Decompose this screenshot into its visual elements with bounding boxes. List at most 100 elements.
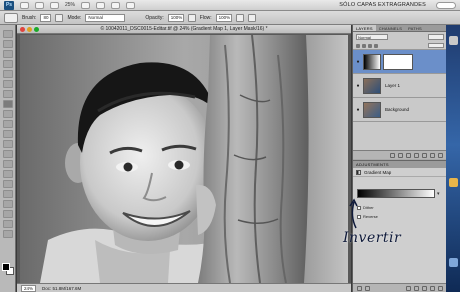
brush-size-picker[interactable]: 80 bbox=[40, 13, 52, 22]
view-previous-icon[interactable] bbox=[422, 285, 427, 291]
foreground-color-swatch[interactable] bbox=[2, 263, 10, 271]
trash-icon[interactable] bbox=[438, 153, 443, 158]
lock-all-icon[interactable] bbox=[374, 43, 378, 48]
path-selection-tool-icon[interactable] bbox=[2, 190, 13, 198]
zoom-tool-button[interactable] bbox=[96, 1, 106, 9]
brush-tool-icon[interactable] bbox=[2, 100, 13, 108]
document-tab[interactable]: © 10042011_DSC0015-Editar.tif @ 24% (Gra… bbox=[17, 25, 351, 34]
tablet-opacity-icon[interactable] bbox=[187, 13, 196, 22]
history-brush-tool-icon[interactable] bbox=[2, 120, 13, 128]
lasso-tool-icon[interactable] bbox=[2, 50, 13, 58]
close-icon[interactable] bbox=[20, 27, 25, 32]
layers-footer bbox=[353, 150, 447, 159]
eye-icon[interactable]: ● bbox=[355, 59, 361, 65]
reset-icon[interactable] bbox=[430, 285, 435, 291]
gradient-picker[interactable] bbox=[357, 189, 435, 198]
layer-row-layer-1[interactable]: ● Layer 1 bbox=[353, 74, 447, 98]
layer-row-background[interactable]: ● Background bbox=[353, 98, 447, 122]
blend-row: Normal bbox=[353, 32, 447, 42]
back-arrow-icon[interactable] bbox=[357, 285, 362, 291]
add-mask-icon[interactable] bbox=[406, 153, 411, 158]
document-title: © 10042011_DSC0015-Editar.tif @ 24% (Gra… bbox=[100, 26, 268, 32]
marquee-tool-icon[interactable] bbox=[2, 40, 13, 48]
fill-field[interactable] bbox=[428, 43, 444, 48]
pen-tool-icon[interactable] bbox=[2, 170, 13, 178]
layer-name[interactable]: Layer 1 bbox=[385, 83, 400, 88]
lock-position-icon[interactable] bbox=[368, 43, 372, 48]
layer-thumbnail[interactable] bbox=[363, 101, 381, 118]
minimize-icon[interactable] bbox=[27, 27, 32, 32]
workspace-switcher[interactable]: SÓLO CAPAS EXTRAGRANDES bbox=[339, 2, 426, 8]
desktop-folder-icon[interactable] bbox=[449, 178, 458, 187]
adjustment-thumbnail[interactable] bbox=[363, 53, 381, 70]
eye-icon[interactable]: ● bbox=[355, 83, 361, 89]
move-tool-icon[interactable] bbox=[2, 30, 13, 38]
color-swatches[interactable] bbox=[2, 263, 14, 275]
tab-channels[interactable]: CHANNELS bbox=[376, 25, 405, 31]
clone-stamp-tool-icon[interactable] bbox=[2, 110, 13, 118]
new-adjustment-icon[interactable] bbox=[414, 153, 419, 158]
tool-preset-picker[interactable] bbox=[4, 12, 18, 23]
tab-layers[interactable]: LAYERS bbox=[353, 25, 376, 31]
chevron-down-icon[interactable]: ▾ bbox=[437, 191, 440, 197]
expand-view-icon[interactable] bbox=[365, 285, 370, 291]
bridge-button[interactable] bbox=[20, 1, 29, 9]
shape-tool-icon[interactable] bbox=[2, 200, 13, 208]
zoom-level[interactable]: 25% bbox=[65, 2, 75, 8]
blend-mode-select[interactable]: Normal bbox=[356, 34, 388, 40]
visibility-icon[interactable] bbox=[414, 285, 419, 291]
brush-panel-toggle-icon[interactable] bbox=[55, 13, 64, 22]
crop-tool-icon[interactable] bbox=[2, 70, 13, 78]
3d-rotate-tool-icon[interactable] bbox=[2, 210, 13, 218]
healing-brush-tool-icon[interactable] bbox=[2, 90, 13, 98]
blur-tool-icon[interactable] bbox=[2, 150, 13, 158]
fx-icon[interactable] bbox=[398, 153, 403, 158]
maximize-icon[interactable] bbox=[34, 27, 39, 32]
image-canvas[interactable] bbox=[20, 35, 348, 283]
reverse-label: Reverse bbox=[363, 214, 378, 219]
search-field[interactable] bbox=[436, 1, 456, 9]
layer-name[interactable]: Background bbox=[385, 107, 409, 112]
photoshop-logo: Ps bbox=[4, 0, 14, 10]
eye-icon[interactable]: ● bbox=[355, 107, 361, 113]
layer-thumbnail[interactable] bbox=[363, 77, 381, 94]
lock-transparency-icon[interactable] bbox=[356, 43, 360, 48]
layer-mask-thumbnail[interactable] bbox=[383, 53, 413, 70]
layer-row-gradient-map[interactable]: ● bbox=[353, 50, 447, 74]
quick-selection-tool-icon[interactable] bbox=[2, 60, 13, 68]
desktop-file-icon[interactable] bbox=[449, 258, 458, 267]
photo-boy-by-tree bbox=[20, 35, 348, 283]
tab-paths[interactable]: PATHS bbox=[405, 25, 425, 31]
minibridge-button[interactable] bbox=[35, 1, 44, 9]
dither-label: Dither bbox=[363, 205, 374, 210]
status-zoom[interactable]: 24% bbox=[21, 284, 37, 292]
gradient-tool-icon[interactable] bbox=[2, 140, 13, 148]
airbrush-icon[interactable] bbox=[235, 13, 244, 22]
clip-to-layer-icon[interactable] bbox=[406, 285, 411, 291]
flow-field[interactable]: 100% bbox=[215, 13, 232, 22]
tablet-size-icon[interactable] bbox=[247, 13, 256, 22]
type-tool-icon[interactable] bbox=[2, 180, 13, 188]
trash-icon[interactable] bbox=[438, 285, 443, 291]
arrange-documents-button[interactable] bbox=[111, 1, 121, 9]
screen-mode-button[interactable] bbox=[126, 1, 136, 9]
zoom-tool-icon[interactable] bbox=[2, 230, 13, 238]
new-group-icon[interactable] bbox=[422, 153, 427, 158]
link-layers-icon[interactable] bbox=[390, 153, 395, 158]
tools-panel bbox=[0, 25, 16, 292]
desktop-drive-icon[interactable] bbox=[449, 36, 458, 45]
layers-panel-tabs: LAYERS CHANNELS PATHS bbox=[353, 25, 447, 32]
adjustments-header[interactable]: ADJUSTMENTS bbox=[353, 161, 447, 168]
view-extras-button[interactable] bbox=[50, 1, 59, 9]
eraser-tool-icon[interactable] bbox=[2, 130, 13, 138]
opacity-field[interactable]: 100% bbox=[167, 13, 184, 22]
eyedropper-tool-icon[interactable] bbox=[2, 80, 13, 88]
hand-tool-button[interactable] bbox=[81, 1, 91, 9]
layer-opacity-field[interactable] bbox=[428, 34, 444, 40]
status-doc-size[interactable]: Doc: 51.8M/167.6M bbox=[42, 286, 81, 291]
lock-pixels-icon[interactable] bbox=[362, 43, 366, 48]
new-layer-icon[interactable] bbox=[430, 153, 435, 158]
hand-tool-icon[interactable] bbox=[2, 220, 13, 228]
mode-select[interactable]: Normal bbox=[85, 13, 126, 22]
dodge-tool-icon[interactable] bbox=[2, 160, 13, 168]
